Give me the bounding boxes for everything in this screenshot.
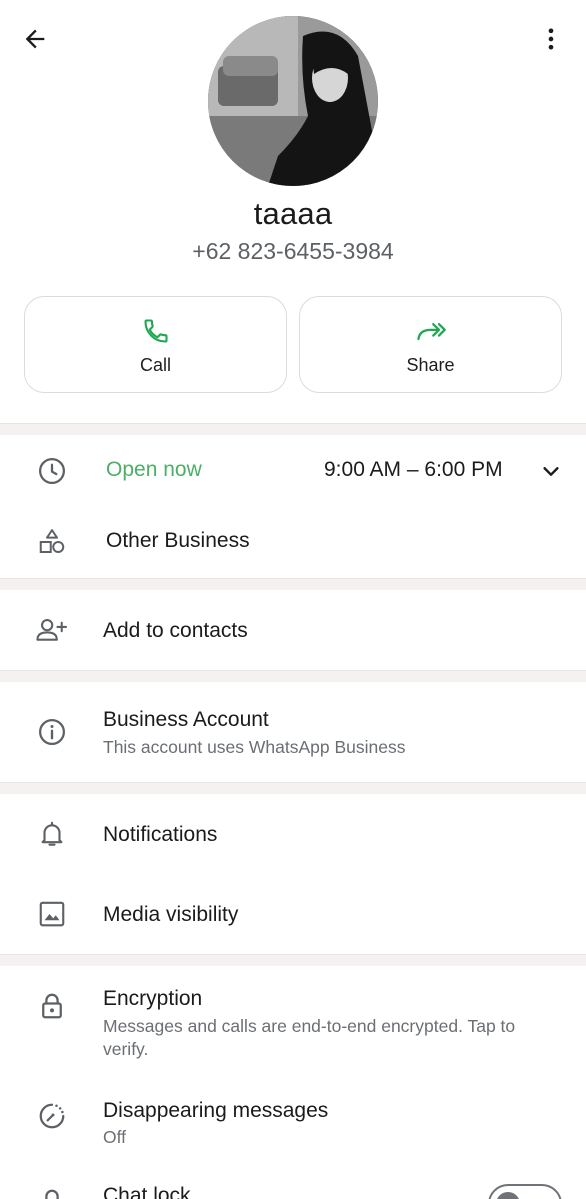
more-vert-icon bbox=[548, 28, 554, 50]
section-divider bbox=[0, 954, 586, 966]
call-label: Call bbox=[139, 355, 171, 375]
timer-icon bbox=[39, 1103, 65, 1129]
disappearing-messages-row[interactable]: Disappearing messages Off bbox=[0, 1076, 586, 1166]
add-person-icon bbox=[36, 619, 67, 641]
encryption-title: Encryption bbox=[103, 987, 203, 1010]
clock-icon bbox=[39, 458, 65, 484]
call-button[interactable]: Call bbox=[24, 296, 287, 393]
profile-avatar[interactable] bbox=[208, 16, 378, 186]
chat-lock-icon bbox=[45, 1189, 59, 1199]
business-account-row[interactable]: Business Account This account uses Whats… bbox=[0, 682, 586, 782]
section-divider bbox=[0, 670, 586, 682]
notifications-row[interactable]: Notifications bbox=[0, 794, 586, 874]
profile-photo bbox=[208, 16, 378, 186]
contact-info-screen: taaaa +62 823-6455-3984 Call Share Open … bbox=[0, 0, 586, 1199]
business-account-subtitle: This account uses WhatsApp Business bbox=[103, 737, 406, 757]
info-icon bbox=[39, 719, 65, 745]
media-visibility-row[interactable]: Media visibility bbox=[0, 874, 586, 954]
contact-phone-number: +62 823-6455-3984 bbox=[192, 238, 394, 264]
chat-lock-title: Chat lock bbox=[103, 1184, 191, 1199]
chat-lock-toggle[interactable] bbox=[488, 1184, 562, 1199]
add-to-contacts-label: Add to contacts bbox=[103, 619, 248, 642]
open-status: Open now bbox=[106, 458, 202, 481]
chevron-down-icon bbox=[543, 467, 559, 476]
add-to-contacts-row[interactable]: Add to contacts bbox=[0, 590, 586, 670]
encryption-subtitle: Messages and calls are end-to-end encryp… bbox=[103, 1016, 516, 1059]
encryption-row[interactable]: Encryption Messages and calls are end-to… bbox=[0, 966, 586, 1076]
more-options-button[interactable] bbox=[534, 22, 568, 56]
business-hours: 9:00 AM – 6:00 PM bbox=[324, 458, 503, 481]
image-icon bbox=[39, 901, 65, 927]
arrow-left-icon bbox=[25, 29, 45, 49]
share-label: Share bbox=[406, 355, 455, 375]
phone-icon bbox=[143, 319, 168, 343]
shapes-icon bbox=[39, 529, 65, 553]
forward-icon bbox=[416, 322, 446, 341]
section-divider bbox=[0, 423, 586, 435]
business-account-title: Business Account bbox=[103, 708, 269, 731]
business-category-row: Other Business bbox=[0, 506, 586, 578]
toggle-knob bbox=[496, 1192, 520, 1199]
lock-icon bbox=[42, 993, 62, 1019]
contact-name: taaaa bbox=[253, 196, 333, 231]
back-button[interactable] bbox=[18, 22, 52, 56]
share-button[interactable]: Share bbox=[299, 296, 562, 393]
expand-hours-button[interactable] bbox=[538, 458, 564, 484]
section-divider bbox=[0, 782, 586, 794]
notifications-label: Notifications bbox=[103, 823, 218, 846]
bell-icon bbox=[41, 821, 63, 846]
section-divider bbox=[0, 578, 586, 590]
disappearing-messages-status: Off bbox=[103, 1127, 127, 1147]
disappearing-messages-title: Disappearing messages bbox=[103, 1099, 329, 1122]
business-category: Other Business bbox=[106, 529, 250, 552]
media-visibility-label: Media visibility bbox=[103, 903, 239, 926]
